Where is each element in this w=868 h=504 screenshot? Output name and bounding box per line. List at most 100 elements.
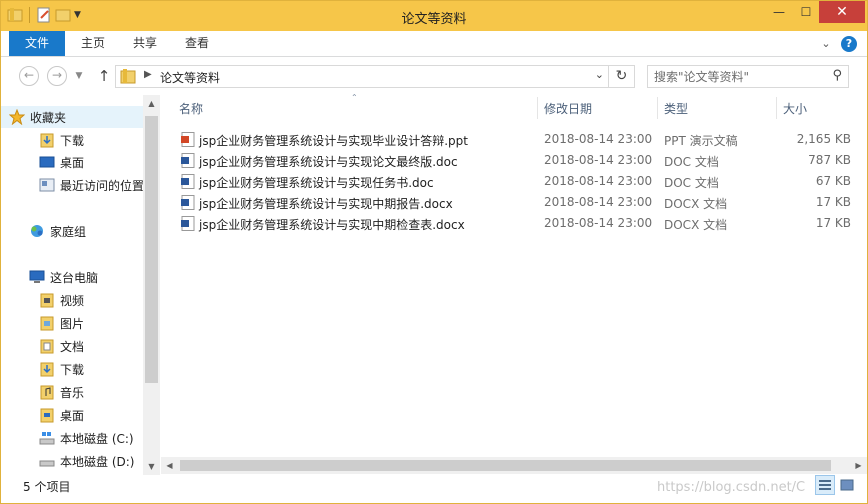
column-divider[interactable] <box>537 97 538 119</box>
address-bar[interactable]: ▶ 论文等资料 ⌄ <box>115 65 609 88</box>
tab-home[interactable]: 主页 <box>67 31 119 56</box>
videos-folder-icon <box>40 293 54 308</box>
table-row[interactable]: jsp企业财务管理系统设计与实现中期报告.docx 2018-08-14 23:… <box>161 192 851 213</box>
nav-desktop[interactable]: 桌面 <box>1 151 143 173</box>
file-date: 2018-08-14 23:00 <box>544 195 653 209</box>
table-row[interactable]: jsp企业财务管理系统设计与实现论文最终版.doc 2018-08-14 23:… <box>161 150 851 171</box>
minimize-button[interactable]: — <box>765 1 793 23</box>
search-box[interactable]: ⚲ <box>647 65 849 88</box>
file-size: 2,165 KB <box>796 132 851 146</box>
title-bar[interactable]: ▼ 论文等资料 — ☐ ✕ <box>1 1 867 31</box>
nav-label: 收藏夹 <box>30 110 67 125</box>
nav-recent[interactable]: 最近访问的位置 <box>1 174 143 196</box>
folder-icon <box>120 69 136 84</box>
window-title: 论文等资料 <box>401 12 467 27</box>
nav-label: 本地磁盘 (C:) <box>60 431 134 446</box>
nav-homegroup[interactable]: 家庭组 <box>1 220 143 242</box>
details-view-button[interactable] <box>815 475 835 495</box>
nav-drive-d[interactable]: 本地磁盘 (D:) <box>1 450 143 472</box>
file-date: 2018-08-14 23:00 <box>544 132 653 146</box>
docx-file-icon <box>181 195 195 210</box>
star-icon <box>9 109 25 125</box>
nav-desktop-pc[interactable]: 桌面 <box>1 404 143 426</box>
file-size: 17 KB <box>815 195 851 209</box>
nav-downloads[interactable]: 下载 <box>1 129 143 151</box>
nav-label: 文档 <box>60 339 85 354</box>
table-row[interactable]: jsp企业财务管理系统设计与实现中期检查表.docx 2018-08-14 23… <box>161 213 851 234</box>
scroll-up-icon[interactable]: ▲ <box>143 95 160 112</box>
nav-drive-c[interactable]: 本地磁盘 (C:) <box>1 427 143 449</box>
search-icon[interactable]: ⚲ <box>832 68 842 83</box>
column-header-size[interactable]: 大小 <box>783 95 807 121</box>
refresh-button[interactable]: ↻ <box>609 65 635 88</box>
homegroup-icon <box>31 225 43 237</box>
file-date: 2018-08-14 23:00 <box>544 153 653 167</box>
column-header-name[interactable]: 名称 <box>179 95 203 121</box>
back-button[interactable]: ← <box>19 66 39 86</box>
nav-label: 桌面 <box>60 155 85 170</box>
table-row[interactable]: jsp企业财务管理系统设计与实现毕业设计答辩.ppt 2018-08-14 23… <box>161 129 851 150</box>
help-icon[interactable]: ? <box>841 36 857 52</box>
column-divider[interactable] <box>776 97 777 119</box>
desktop-icon <box>39 156 55 168</box>
file-type: DOCX 文档 <box>664 218 728 232</box>
nav-downloads-pc[interactable]: 下载 <box>1 358 143 380</box>
file-list: ⌃ 名称 修改日期 类型 大小 jsp企业财务管理系统设计与实现毕业设计答辩.p… <box>161 93 867 475</box>
nav-label: 本地磁盘 (D:) <box>60 454 135 469</box>
ribbon-tabs: 文件 主页 共享 查看 ⌄ ? <box>1 31 867 57</box>
recent-locations-icon[interactable]: ▼ <box>73 67 85 85</box>
close-button[interactable]: ✕ <box>819 1 865 23</box>
file-name: jsp企业财务管理系统设计与实现中期检查表.docx <box>199 218 465 232</box>
file-name: jsp企业财务管理系统设计与实现中期报告.docx <box>199 197 453 211</box>
column-divider[interactable] <box>657 97 658 119</box>
tab-file[interactable]: 文件 <box>9 31 65 56</box>
forward-button[interactable]: → <box>47 66 67 86</box>
nav-documents[interactable]: 文档 <box>1 335 143 357</box>
file-type: PPT 演示文稿 <box>664 134 738 148</box>
nav-scrollbar[interactable]: ▲ ▼ <box>143 95 160 475</box>
watermark: https://blog.csdn.net/C <box>657 480 806 495</box>
file-size: 17 KB <box>815 216 851 230</box>
scroll-down-icon[interactable]: ▼ <box>143 458 160 475</box>
file-type: DOC 文档 <box>664 176 719 190</box>
up-button[interactable]: ↑ <box>95 66 113 86</box>
item-count: 5 个项目 <box>23 480 71 494</box>
breadcrumb-chevron-icon[interactable]: ▶ <box>144 69 152 80</box>
large-icons-view-icon <box>840 479 854 491</box>
file-date: 2018-08-14 23:00 <box>544 174 653 188</box>
nav-videos[interactable]: 视频 <box>1 289 143 311</box>
nav-pictures[interactable]: 图片 <box>1 312 143 334</box>
file-type: DOCX 文档 <box>664 197 728 211</box>
expand-ribbon-icon[interactable]: ⌄ <box>819 37 833 51</box>
maximize-button[interactable]: ☐ <box>793 1 819 23</box>
file-name: jsp企业财务管理系统设计与实现毕业设计答辩.ppt <box>199 134 468 148</box>
nav-music[interactable]: 音乐 <box>1 381 143 403</box>
tab-view[interactable]: 查看 <box>171 31 223 56</box>
address-dropdown-icon[interactable]: ⌄ <box>595 68 604 81</box>
tab-share[interactable]: 共享 <box>119 31 171 56</box>
doc-file-icon <box>181 174 195 189</box>
nav-label: 图片 <box>60 316 85 331</box>
horizontal-scroll-thumb[interactable] <box>180 460 831 471</box>
horizontal-scrollbar[interactable]: ◀ ▶ <box>161 457 867 474</box>
column-header-modified[interactable]: 修改日期 <box>544 95 592 121</box>
nav-label: 这台电脑 <box>50 270 99 285</box>
downloads-folder-icon <box>40 362 54 377</box>
file-size: 67 KB <box>815 174 851 188</box>
nav-thispc[interactable]: 这台电脑 <box>1 266 143 288</box>
ppt-file-icon <box>181 132 195 147</box>
search-input[interactable] <box>654 68 824 85</box>
table-row[interactable]: jsp企业财务管理系统设计与实现任务书.doc 2018-08-14 23:00… <box>161 171 851 192</box>
large-icons-view-button[interactable] <box>837 475 857 495</box>
column-header-type[interactable]: 类型 <box>664 95 688 121</box>
nav-scroll-thumb[interactable] <box>145 116 158 383</box>
nav-label: 视频 <box>60 293 85 308</box>
recent-places-icon <box>39 178 55 192</box>
computer-icon <box>29 270 45 283</box>
scroll-left-icon[interactable]: ◀ <box>161 457 178 474</box>
breadcrumb[interactable]: 论文等资料 <box>160 69 220 86</box>
docx-file-icon <box>181 216 195 231</box>
scroll-right-icon[interactable]: ▶ <box>850 457 867 474</box>
file-size: 787 KB <box>808 153 851 167</box>
nav-favorites[interactable]: 收藏夹 <box>1 106 143 128</box>
